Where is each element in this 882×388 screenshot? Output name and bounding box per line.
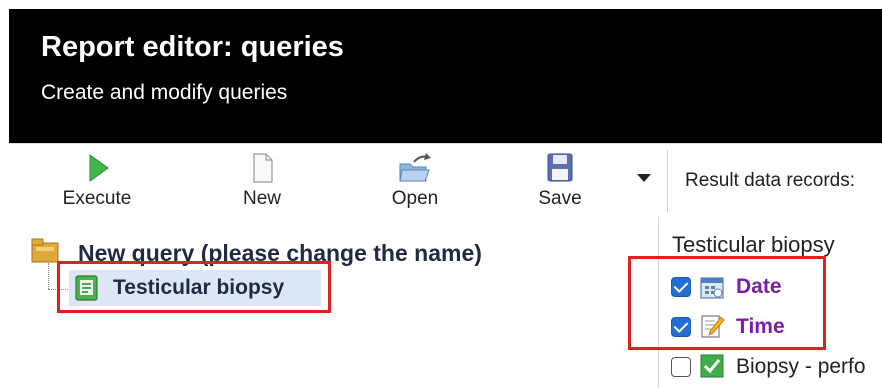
page-subtitle: Create and modify queries [41, 81, 288, 104]
new-document-icon [253, 153, 273, 183]
toolbar-separator [667, 150, 668, 212]
result-records-label: Result data records: [685, 170, 856, 191]
play-icon [89, 154, 109, 182]
open-label: Open [391, 188, 439, 209]
query-tree-pane: New query (please change the name) Testi… [9, 217, 658, 388]
chevron-down-icon[interactable] [637, 174, 651, 182]
save-button[interactable]: Save [520, 150, 600, 212]
fields-panel-title: Testicular biopsy [672, 232, 835, 257]
highlight-box-tree-node [57, 261, 331, 313]
toolbar: Execute New Open Save Result data record… [9, 143, 882, 218]
query-folder-icon [31, 238, 59, 263]
save-label: Save [538, 188, 582, 209]
execute-button[interactable]: Execute [47, 150, 147, 212]
biopsy-field-label[interactable]: Biopsy - perfo [736, 355, 866, 379]
green-check-icon [700, 354, 724, 378]
new-button[interactable]: New [222, 150, 302, 212]
page-header: Report editor: queries Create and modify… [9, 9, 882, 143]
floppy-disk-icon [547, 153, 573, 182]
open-button[interactable]: Open [372, 150, 458, 212]
tree-connector [48, 263, 49, 289]
execute-label: Execute [62, 188, 132, 209]
page-title: Report editor: queries [41, 31, 344, 63]
biopsy-performed-checkbox[interactable] [671, 357, 691, 377]
new-label: New [242, 188, 281, 209]
highlight-box-fields [628, 256, 826, 350]
open-folder-icon [399, 153, 431, 182]
